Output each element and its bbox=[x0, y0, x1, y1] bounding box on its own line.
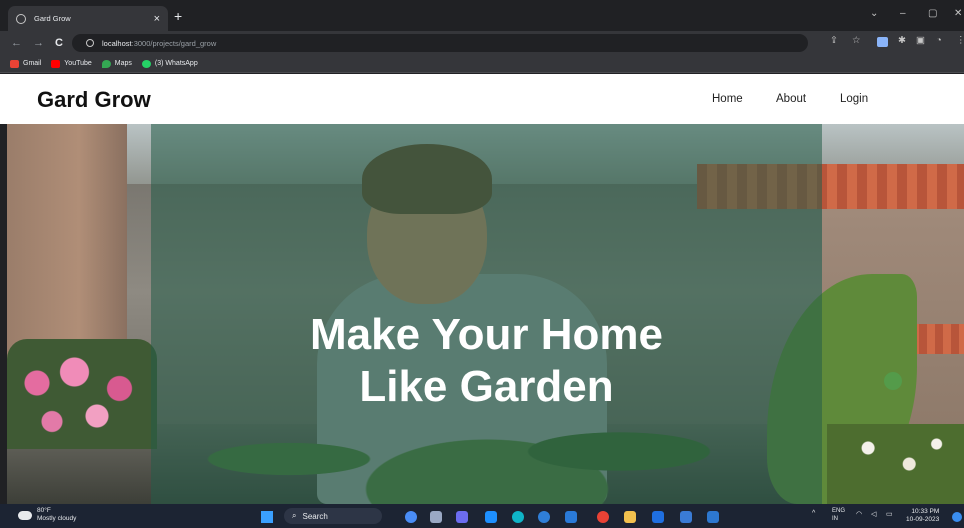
url-path: :3000/projects/gard_grow bbox=[131, 38, 217, 48]
teams-icon[interactable] bbox=[485, 511, 497, 523]
bookmark-label: YouTube bbox=[64, 60, 92, 67]
weather-widget[interactable]: 80°F Mostly cloudy bbox=[18, 507, 76, 523]
maximize-button[interactable]: ▢ bbox=[928, 8, 937, 19]
tab-search-icon[interactable]: ⌄ bbox=[870, 8, 878, 19]
site-navbar: Gard Grow Home About Login bbox=[0, 74, 964, 124]
hero-heading-line1: Make Your Home bbox=[310, 310, 663, 359]
whatsapp-icon bbox=[141, 59, 151, 68]
extension-icon[interactable] bbox=[877, 37, 888, 47]
speaker-icon[interactable]: ◁ bbox=[871, 510, 876, 518]
minimize-button[interactable]: – bbox=[900, 8, 906, 19]
battery-icon[interactable]: ▭ bbox=[886, 510, 893, 518]
language-line2: IN bbox=[832, 516, 838, 522]
app-icon[interactable] bbox=[707, 511, 719, 523]
share-icon[interactable]: ⇪ bbox=[830, 35, 838, 46]
tab-close-button[interactable]: × bbox=[154, 13, 160, 25]
extensions-puzzle-icon[interactable]: ✱ bbox=[898, 35, 906, 46]
site-info-icon[interactable] bbox=[86, 39, 94, 47]
notifications-icon[interactable] bbox=[952, 512, 962, 522]
hero-heading: Make Your Home Like Garden bbox=[151, 309, 822, 413]
bookmark-label: (3) WhatsApp bbox=[154, 60, 198, 67]
windows-start-icon[interactable] bbox=[261, 511, 273, 523]
weather-desc: Mostly cloudy bbox=[37, 515, 77, 522]
clock-time: 10:33 PM bbox=[911, 508, 940, 515]
notepad-icon[interactable] bbox=[680, 511, 692, 523]
hero-pink-flowers bbox=[7, 339, 157, 449]
youtube-icon bbox=[51, 59, 61, 68]
maps-pin-icon bbox=[101, 59, 111, 68]
nav-link-login[interactable]: Login bbox=[840, 93, 868, 105]
bookmark-maps[interactable]: Maps bbox=[101, 59, 132, 68]
bookmark-whatsapp[interactable]: (3) WhatsApp bbox=[141, 59, 198, 68]
hero-heading-line2: Like Garden bbox=[359, 362, 614, 411]
search-icon: ⌕ bbox=[292, 511, 297, 520]
hero-section: Make Your Home Like Garden bbox=[7, 124, 964, 504]
chrome-icon[interactable] bbox=[597, 511, 609, 523]
taskbar-search[interactable]: ⌕ Search bbox=[284, 508, 382, 524]
nav-link-about[interactable]: About bbox=[776, 93, 806, 105]
skype-icon[interactable] bbox=[652, 511, 664, 523]
language-line1: ENG bbox=[832, 508, 846, 514]
gmail-icon bbox=[10, 59, 19, 68]
bookmark-label: Maps bbox=[114, 60, 132, 67]
bookmark-label: Gmail bbox=[23, 60, 42, 67]
tab-title: Gard Grow bbox=[34, 14, 71, 23]
reload-button[interactable]: C bbox=[55, 37, 63, 49]
wifi-icon[interactable]: ◠ bbox=[856, 510, 862, 518]
language-indicator[interactable]: ENG IN bbox=[832, 507, 845, 523]
chat-icon[interactable] bbox=[456, 511, 468, 523]
brand-logo[interactable]: Gard Grow bbox=[37, 87, 151, 113]
browser-tabstrip: Gard Grow × + ⌄ – ▢ ✕ bbox=[0, 0, 964, 31]
side-panel-icon[interactable]: ▣ bbox=[916, 35, 925, 46]
browser-tab[interactable]: Gard Grow × bbox=[8, 6, 168, 31]
back-button[interactable]: ← bbox=[11, 37, 22, 49]
task-view-icon[interactable] bbox=[430, 511, 442, 523]
weather-temp: 80°F bbox=[37, 507, 51, 514]
file-explorer-icon[interactable] bbox=[624, 511, 636, 523]
address-bar[interactable]: localhost :3000/projects/gard_grow bbox=[72, 34, 808, 52]
copilot-icon[interactable] bbox=[405, 511, 417, 523]
clock-date: 10-09-2023 bbox=[906, 516, 940, 523]
forward-button[interactable]: → bbox=[33, 37, 44, 49]
mail-icon[interactable] bbox=[538, 511, 550, 523]
hero-white-flowers bbox=[827, 424, 964, 504]
menu-icon[interactable]: ⋮ bbox=[956, 35, 964, 46]
bookmark-gmail[interactable]: Gmail bbox=[10, 59, 42, 68]
bookmark-youtube[interactable]: YouTube bbox=[51, 59, 92, 68]
carousel-next-button[interactable] bbox=[884, 372, 902, 390]
taskbar-clock[interactable]: 10:33 PM 10-09-2023 bbox=[906, 508, 939, 524]
tray-chevron-icon[interactable]: ^ bbox=[812, 510, 815, 517]
profile-icon[interactable]: ◔ bbox=[936, 35, 942, 46]
edge-icon[interactable] bbox=[512, 511, 524, 523]
cloud-icon bbox=[18, 510, 32, 520]
bookmark-star-icon[interactable]: ☆ bbox=[852, 35, 861, 46]
close-window-button[interactable]: ✕ bbox=[954, 8, 962, 19]
screen: Gard Grow × + ⌄ – ▢ ✕ ← → C localhost :3… bbox=[0, 0, 964, 528]
url-host: localhost bbox=[102, 38, 132, 48]
nav-link-home[interactable]: Home bbox=[712, 93, 743, 105]
vscode-icon[interactable] bbox=[565, 511, 577, 523]
search-label: Search bbox=[302, 511, 328, 521]
globe-icon bbox=[16, 13, 26, 24]
windows-taskbar: 80°F Mostly cloudy ⌕ Search ^ ENG IN ◠ ◁… bbox=[0, 504, 964, 528]
new-tab-button[interactable]: + bbox=[174, 9, 182, 23]
browser-toolbar: ← → C localhost :3000/projects/gard_grow bbox=[0, 31, 964, 55]
bookmarks-bar: Gmail YouTube Maps (3) WhatsApp bbox=[0, 55, 964, 73]
